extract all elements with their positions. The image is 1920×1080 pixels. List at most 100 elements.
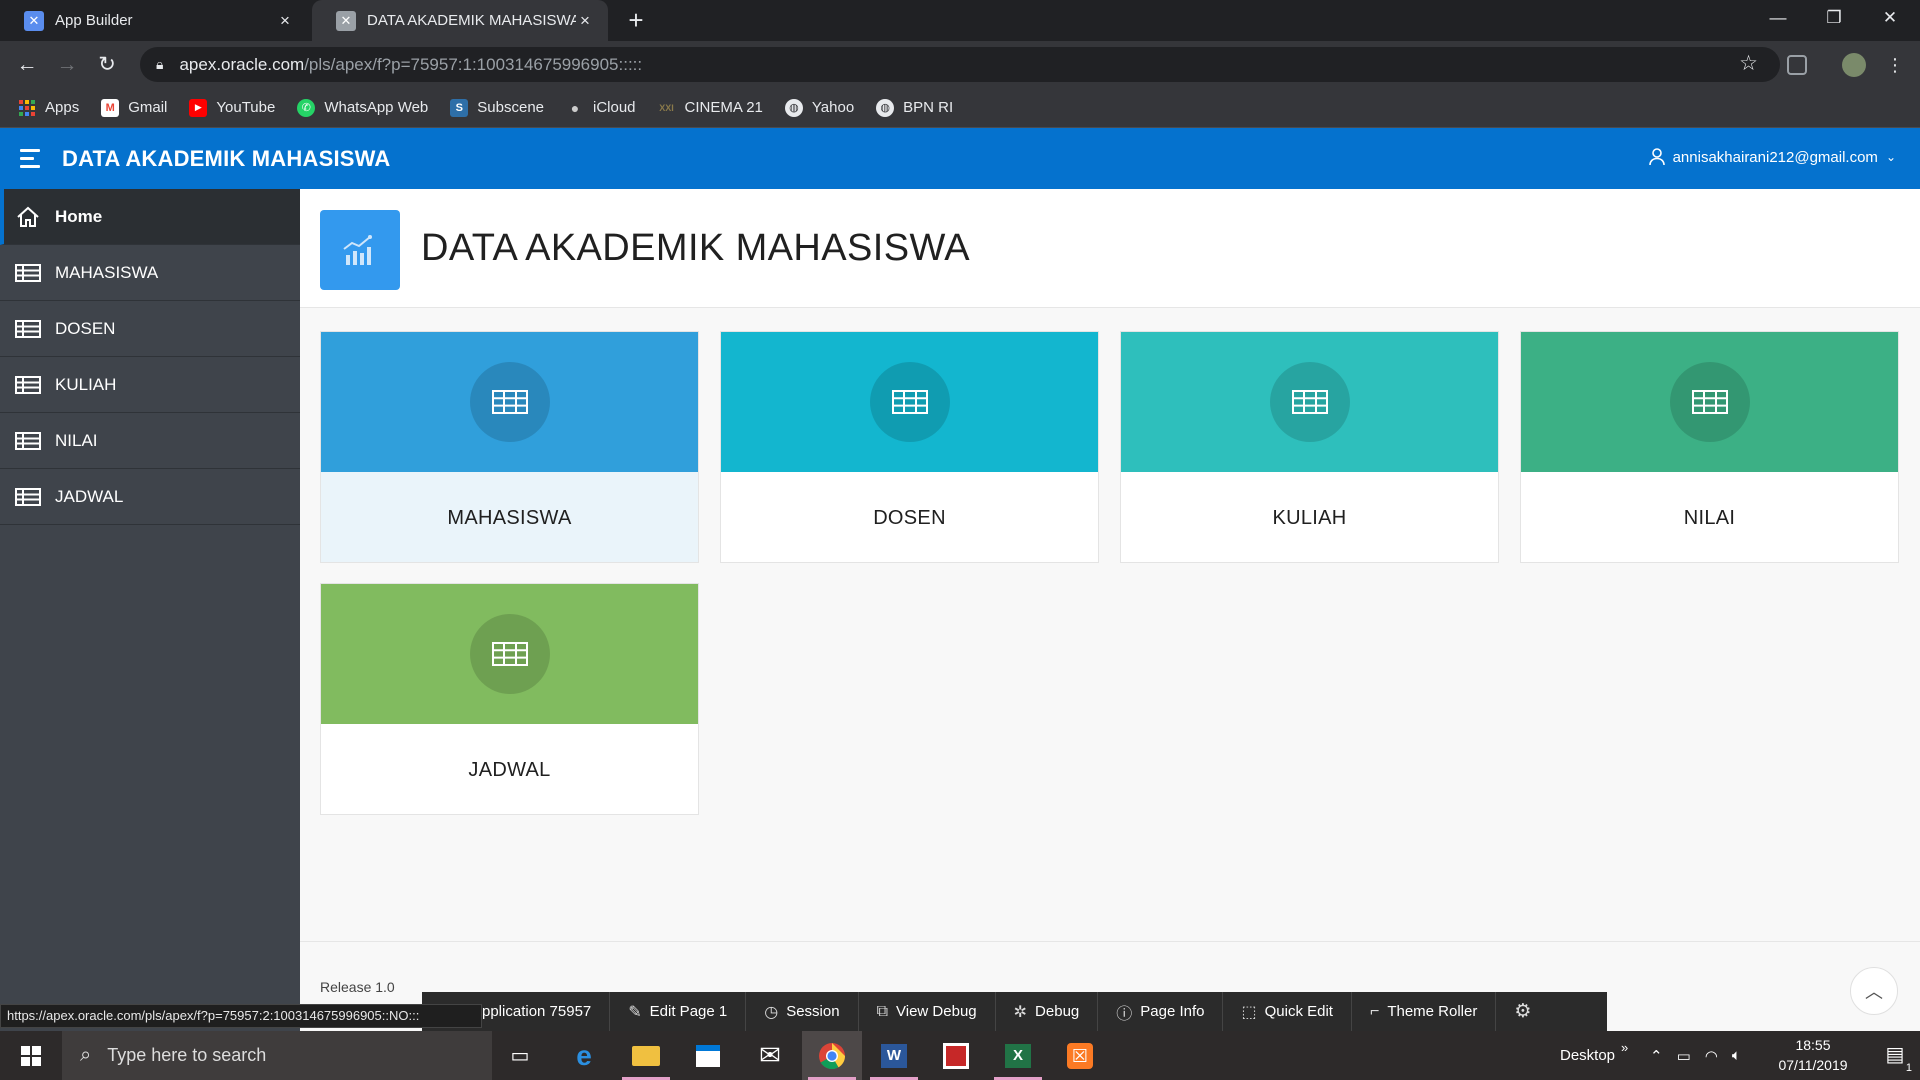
youtube-icon: ▶ [189, 98, 208, 117]
chrome-menu-icon[interactable]: ⋮ [1880, 50, 1910, 80]
taskbar-clock[interactable]: 18:55 07/11/2019 [1768, 1035, 1858, 1075]
store-icon[interactable] [678, 1031, 738, 1080]
clock-time: 18:55 [1795, 1037, 1831, 1053]
nav-label: NILAI [55, 430, 98, 450]
forward-button[interactable]: → [52, 50, 82, 80]
bookmark-cinema21[interactable]: XXI CINEMA 21 [658, 99, 763, 117]
close-tab-icon[interactable]: × [276, 11, 294, 31]
browser-toolbar: ← → ↻ 🔒︎ apex.oracle.com/pls/apex/f?p=75… [0, 41, 1920, 88]
restore-window-button[interactable]: ❐ [1806, 0, 1862, 36]
card-header [721, 332, 1098, 472]
reload-button[interactable]: ↻ [92, 50, 122, 80]
taskbar-search-box[interactable]: ⌕ Type here to search [62, 1031, 492, 1080]
card-nilai[interactable]: NILAI [1520, 331, 1899, 563]
bookmark-star-icon[interactable]: ☆ [1739, 51, 1758, 76]
chrome-icon[interactable] [802, 1031, 862, 1080]
nav-item-dosen[interactable]: DOSEN [0, 301, 300, 357]
card-header [321, 332, 698, 472]
card-label: JADWAL [468, 758, 551, 781]
card-header [321, 584, 698, 724]
bookmark-bpn-ri[interactable]: ◍ BPN RI [876, 98, 953, 117]
nav-item-kuliah[interactable]: KULIAH [0, 357, 300, 413]
scroll-to-top-button[interactable]: ︿ [1850, 967, 1898, 1015]
action-center-icon[interactable]: ▤ 1 [1880, 1042, 1912, 1074]
chevron-up-icon[interactable]: ⌃ [1650, 1047, 1663, 1065]
bookmark-yahoo[interactable]: ◍ Yahoo [784, 98, 854, 117]
profile-avatar[interactable] [1842, 53, 1866, 77]
card-dosen[interactable]: DOSEN [720, 331, 1099, 563]
apex-favicon-icon: ✕ [336, 10, 356, 31]
table-icon [1269, 362, 1350, 442]
app-title[interactable]: DATA AKADEMIK MAHASISWA [62, 146, 390, 172]
whatsapp-icon: ✆ [297, 98, 316, 117]
back-button[interactable]: ← [12, 50, 42, 80]
card-kuliah[interactable]: KULIAH [1120, 331, 1499, 563]
bookmark-label: WhatsApp Web [324, 99, 429, 116]
volume-icon[interactable]: 🔈︎ [1732, 1047, 1741, 1064]
dev-session-button[interactable]: ◷ Session [746, 992, 859, 1031]
bookmark-label: Apps [45, 99, 80, 116]
apps-grid-icon [18, 99, 36, 117]
address-bar[interactable]: 🔒︎ apex.oracle.com/pls/apex/f?p=75957:1:… [140, 47, 1780, 82]
bookmark-youtube[interactable]: ▶ YouTube [189, 98, 276, 117]
nav-label: MAHASISWA [55, 262, 159, 282]
dev-debug-button[interactable]: ✲ Debug [996, 992, 1099, 1031]
chart-icon [320, 210, 400, 290]
minimize-window-button[interactable]: — [1750, 0, 1806, 36]
paint-roller-icon: ⌐ [1369, 1002, 1380, 1020]
bookmark-label: Gmail [128, 99, 168, 116]
dev-label: Theme Roller [1387, 1003, 1478, 1020]
dev-label: View Debug [896, 1003, 977, 1020]
gift-app-icon[interactable] [926, 1031, 986, 1080]
dev-theme-roller-button[interactable]: ⌐ Theme Roller [1352, 992, 1497, 1031]
view-debug-icon: ⧉ [876, 1002, 889, 1020]
table-icon [14, 431, 41, 451]
dev-label: Debug [1035, 1003, 1080, 1020]
nav-item-mahasiswa[interactable]: MAHASISWA [0, 245, 300, 301]
user-icon [1648, 148, 1665, 166]
dev-page-info-button[interactable]: ⓘ Page Info [1098, 992, 1224, 1031]
nav-label: KULIAH [55, 374, 117, 394]
desktop-toolbar-label[interactable]: Desktop » [1560, 1031, 1628, 1080]
file-explorer-icon[interactable] [616, 1031, 676, 1080]
dev-quick-edit-button[interactable]: ⬚ Quick Edit [1223, 992, 1352, 1031]
tab-data-akademik[interactable]: ✕ DATA AKADEMIK MAHASISWA × [312, 0, 608, 41]
task-view-icon[interactable]: ▭ [490, 1031, 550, 1080]
bookmark-whatsapp[interactable]: ✆ WhatsApp Web [297, 98, 429, 117]
nav-item-jadwal[interactable]: JADWAL [0, 469, 300, 525]
navigation-menu-toggle[interactable] [12, 141, 48, 177]
excel-icon[interactable]: X [988, 1031, 1048, 1080]
user-menu[interactable]: annisakhairani212@gmail.com ⌄ [1648, 148, 1896, 166]
table-icon [869, 362, 950, 442]
dev-edit-page-button[interactable]: ✎ Edit Page 1 [610, 992, 747, 1031]
dev-view-debug-button[interactable]: ⧉ View Debug [859, 992, 996, 1031]
bookmark-icloud[interactable]: ● iCloud [566, 99, 636, 117]
mail-icon[interactable]: ✉ [740, 1031, 800, 1080]
dev-label: Session [786, 1003, 840, 1020]
edge-icon[interactable]: e [554, 1031, 614, 1080]
bookmark-subscene[interactable]: S Subscene [450, 98, 544, 117]
dev-label: Quick Edit [1264, 1003, 1333, 1020]
bookmark-apps[interactable]: Apps [18, 99, 79, 117]
close-window-button[interactable]: ✕ [1862, 0, 1918, 36]
windows-start-button[interactable] [0, 1031, 62, 1080]
battery-icon[interactable]: ▭ [1677, 1047, 1691, 1065]
card-mahasiswa[interactable]: MAHASISWA [320, 331, 699, 563]
new-tab-button[interactable]: + [622, 6, 650, 34]
browser-tabstrip: ✕ App Builder × ✕ DATA AKADEMIK MAHASISW… [0, 0, 1920, 41]
tab-app-builder[interactable]: ✕ App Builder × [0, 0, 308, 41]
nav-item-home[interactable]: Home [0, 189, 300, 245]
dev-settings-button[interactable]: ⚙ [1496, 992, 1549, 1031]
bookmark-gmail[interactable]: M Gmail [101, 98, 168, 117]
close-tab-icon[interactable]: × [576, 11, 594, 31]
word-icon[interactable]: W [864, 1031, 924, 1080]
nav-item-nilai[interactable]: NILAI [0, 413, 300, 469]
search-placeholder: Type here to search [107, 1045, 267, 1065]
card-header [1121, 332, 1498, 472]
xampp-icon[interactable]: ☒ [1050, 1031, 1110, 1080]
card-jadwal[interactable]: JADWAL [320, 583, 699, 815]
wifi-icon[interactable]: ◠ [1705, 1047, 1718, 1065]
table-icon [14, 319, 41, 339]
bookmark-label: YouTube [216, 99, 276, 116]
extension-icon[interactable] [1787, 55, 1807, 75]
